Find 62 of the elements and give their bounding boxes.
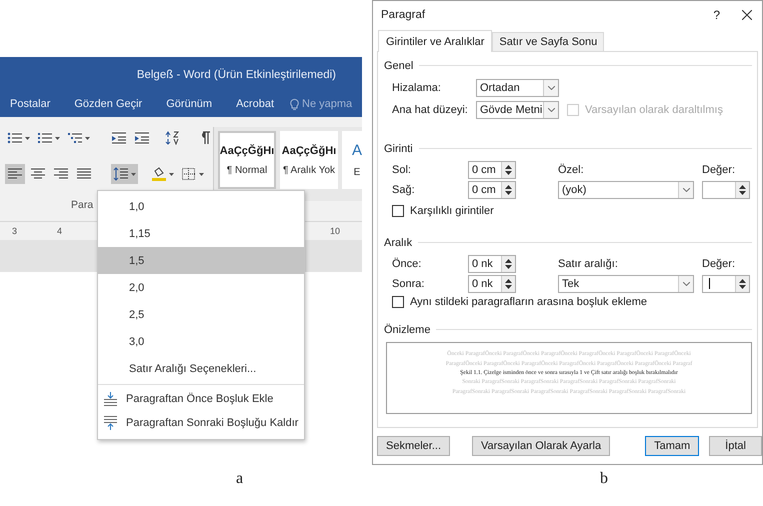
field-label: Satır aralığı: xyxy=(558,258,619,270)
checkbox-label: Varsayılan olarak daraltılmış xyxy=(585,104,723,116)
field-label: Sonra: xyxy=(391,278,426,290)
section-title: Genel xyxy=(384,60,414,72)
dropdown-field[interactable]: Ortadan xyxy=(476,78,559,97)
ribbon-tab[interactable]: Görünüm xyxy=(166,98,212,110)
figure-caption: b xyxy=(600,470,608,488)
dropdown-field[interactable]: Tek xyxy=(558,274,694,293)
ribbon-tab[interactable]: Acrobat xyxy=(236,98,274,110)
dropdown-field[interactable]: Gövde Metni xyxy=(476,100,559,119)
group-label: Para xyxy=(71,199,94,211)
field-label: Özel: xyxy=(558,164,585,176)
ribbon-tab[interactable]: Gözden Geçir xyxy=(74,98,142,110)
ruler-number: 4 xyxy=(57,226,62,236)
field-label: Önce: xyxy=(391,258,422,270)
checkbox-label: Karşılıklı girintiler xyxy=(410,204,494,217)
menu-item[interactable]: 1,5 xyxy=(98,247,304,274)
dialog-title: Paragraf xyxy=(381,8,426,21)
section-title: Girinti xyxy=(384,142,413,155)
field-label: Ana hat düzeyi: xyxy=(391,104,469,116)
style-preview: AaÇçĞğHı xyxy=(220,144,274,156)
tab[interactable]: Girintiler ve Aralıklar xyxy=(378,30,492,52)
checkbox-label: Aynı stildeki paragrafların arasına boşluk ekleme xyxy=(410,296,648,308)
field-label: Sağ: xyxy=(391,184,416,196)
spin-field[interactable]: 0 nk xyxy=(468,254,516,273)
section-title: Aralık xyxy=(384,236,412,249)
style-name: ¶ Aralık Yok xyxy=(282,164,336,176)
spin-field[interactable]: 0 cm xyxy=(468,180,516,199)
section-title: Önizleme xyxy=(384,324,430,336)
ruler-number: 10 xyxy=(330,226,340,236)
menu-item[interactable]: 2,0 xyxy=(98,274,304,301)
field-label: Değer: xyxy=(702,164,736,176)
dialog-button[interactable]: Varsayılan Olarak Ayarla xyxy=(472,436,610,456)
dialog-button[interactable]: İptal xyxy=(709,436,762,456)
style-name: E xyxy=(354,167,360,178)
menu-item[interactable]: 1,15 xyxy=(98,220,304,247)
menu-item[interactable]: 2,5 xyxy=(98,301,304,328)
menu-item[interactable]: Paragraftan Sonraki Boşluğu Kaldır xyxy=(98,411,304,435)
style-preview: AaÇçĞğHı xyxy=(282,144,336,156)
menu-item[interactable]: 1,0 xyxy=(98,193,304,220)
help-button[interactable]: ? xyxy=(713,8,720,22)
spin-field[interactable]: 0 cm xyxy=(468,160,516,179)
figure-caption: a xyxy=(236,470,244,488)
dialog-button[interactable]: Tamam xyxy=(645,436,700,456)
menu-item[interactable]: 3,0 xyxy=(98,328,304,355)
style-item[interactable]: AaÇçĞğHı ¶ Aralık Yok xyxy=(280,131,338,189)
window-title: Belgeß - Word (Ürün Etkinleştirilemedi) xyxy=(136,69,336,81)
field-label: Hizalama: xyxy=(391,82,442,94)
menu-item[interactable]: Satır Aralığı Seçenekleri... xyxy=(98,355,304,382)
ribbon-tab[interactable]: Postalar xyxy=(10,98,50,110)
dropdown-field[interactable]: (yok) xyxy=(558,180,694,199)
spin-field[interactable]: 0 nk xyxy=(468,274,516,293)
style-item[interactable]: A E xyxy=(342,131,362,189)
ruler-number: 3 xyxy=(12,226,18,236)
style-preview: A xyxy=(352,142,362,159)
field-label: Değer: xyxy=(702,258,736,270)
menu-item[interactable]: Paragraftan Önce Boşluk Ekle xyxy=(98,387,304,411)
dialog-button[interactable]: Sekmeler... xyxy=(377,436,450,456)
style-item[interactable]: AaÇçĞğHı ¶ Normal xyxy=(218,131,276,189)
tab[interactable]: Satır ve Sayfa Sonu xyxy=(492,32,604,51)
style-name: ¶ Normal xyxy=(226,164,268,176)
field-label: Sol: xyxy=(391,164,412,176)
